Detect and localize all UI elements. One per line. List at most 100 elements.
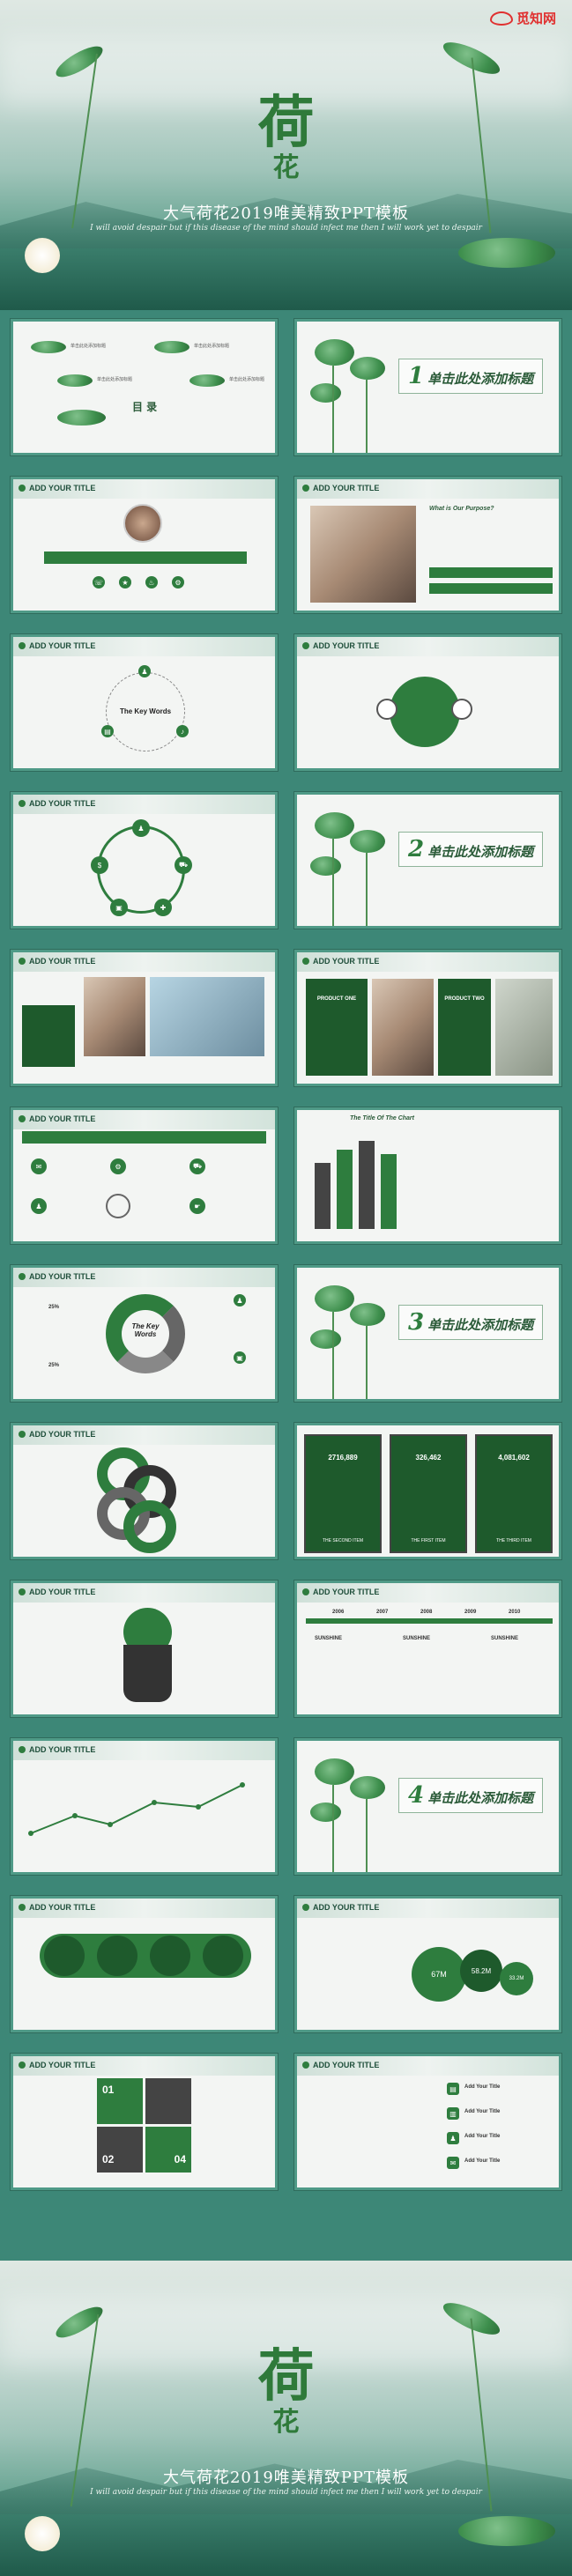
cart-icon: ⛟ bbox=[189, 1158, 205, 1174]
slide-products[interactable]: ADD YOUR TITLE PRODUCT ONE PRODUCT TWO bbox=[294, 950, 561, 1086]
money-icon: $ bbox=[91, 856, 108, 874]
slide-photos[interactable]: ADD YOUR TITLE bbox=[11, 950, 278, 1086]
slide-rings[interactable]: ADD YOUR TITLE bbox=[11, 1423, 278, 1559]
slide-header: ADD YOUR TITLE bbox=[313, 484, 380, 492]
stat-label: THE THIRD ITEM bbox=[496, 1538, 531, 1543]
timeline-label: SUNSHINE bbox=[491, 1636, 519, 1641]
slide-list-icons[interactable]: ADD YOUR TITLE ▤ ▥ ♟ ✉ Add Your Title Ad… bbox=[294, 2054, 561, 2190]
key-words-label: The Key Words bbox=[119, 707, 172, 715]
photo bbox=[372, 979, 434, 1076]
qq-icon bbox=[150, 1936, 190, 1976]
slide-header: ADD YOUR TITLE bbox=[313, 641, 380, 650]
gift-icon: ▣ bbox=[234, 1351, 246, 1364]
slide-bubbles[interactable]: ADD YOUR TITLE 67M 58.2M 33.2M bbox=[294, 1896, 561, 2032]
group-icon: ♟ bbox=[132, 819, 150, 837]
puzzle-number: 02 bbox=[97, 2127, 143, 2173]
phone-icon: ☏ bbox=[93, 576, 105, 588]
logo-icon bbox=[489, 11, 513, 26]
slide-puzzle[interactable]: ADD YOUR TITLE 01 02 04 bbox=[11, 2054, 278, 2190]
slide-header: ADD YOUR TITLE bbox=[29, 799, 96, 808]
cover-title: 大气荷花2019唯美精致PPT模板 bbox=[162, 204, 410, 223]
slide-profile[interactable]: ADD YOUR TITLE ☏ ★ ♨ ⚙ bbox=[11, 477, 278, 613]
weibo-icon bbox=[44, 1936, 85, 1976]
slide-stats[interactable]: 2716,889 326,462 4,081,602 THE SECOND IT… bbox=[294, 1423, 561, 1559]
cover-banner-bottom: 荷 花 大气荷花2019唯美精致PPT模板 I will avoid despa… bbox=[0, 2261, 572, 2576]
slide-arrow-chart[interactable]: The Title Of The Chart bbox=[294, 1107, 561, 1244]
slide-bulb[interactable]: ADD YOUR TITLE bbox=[11, 1580, 278, 1717]
section-title: 单击此处添加标题 bbox=[427, 844, 534, 860]
toc-item: 单击此处添加标题 bbox=[97, 377, 133, 382]
slide-keywords[interactable]: ADD YOUR TITLE The Key Words ♟ ▤ ♪ bbox=[11, 634, 278, 771]
photo bbox=[495, 979, 553, 1076]
item-title: Add Your Title bbox=[464, 2158, 501, 2164]
wechat-icon bbox=[203, 1936, 243, 1976]
item-title: Add Your Title bbox=[464, 2109, 501, 2114]
slide-social[interactable]: ADD YOUR TITLE bbox=[11, 1896, 278, 2032]
slide-circles[interactable]: ADD YOUR TITLE bbox=[294, 634, 561, 771]
stat-label: THE FIRST ITEM bbox=[411, 1538, 446, 1543]
product-one-label: PRODUCT ONE bbox=[316, 996, 357, 1002]
tag-icon: ✚ bbox=[154, 899, 172, 916]
toc-item: 单击此处添加标题 bbox=[71, 344, 107, 349]
stat-value: 4,081,602 bbox=[498, 1454, 530, 1462]
toc-item: 单击此处添加标题 bbox=[229, 377, 265, 382]
section-number: 1 bbox=[408, 363, 425, 389]
cover-subtitle: I will avoid despair but if this disease… bbox=[90, 224, 482, 233]
star-icon: ★ bbox=[119, 576, 131, 588]
mail-icon: ✉ bbox=[447, 2157, 459, 2169]
slide-header: ADD YOUR TITLE bbox=[29, 1903, 96, 1912]
logo-text: 觅知网 bbox=[516, 11, 556, 26]
slide-header: ADD YOUR TITLE bbox=[29, 1588, 96, 1596]
section-title: 单击此处添加标题 bbox=[427, 1790, 534, 1806]
slide-section-2[interactable]: 2 单击此处添加标题 bbox=[294, 792, 561, 929]
toc-title: 目 录 bbox=[132, 401, 158, 413]
slide-grid: 单击此处添加标题 单击此处添加标题 单击此处添加标题 单击此处添加标题 目 录 … bbox=[0, 310, 572, 2261]
brand-logo[interactable]: 觅知网 bbox=[489, 9, 556, 27]
lotus-flower-icon bbox=[25, 238, 60, 273]
slide-section-1[interactable]: 1 单击此处添加标题 bbox=[294, 319, 561, 455]
star-icon bbox=[97, 1936, 137, 1976]
slide-cycle[interactable]: ADD YOUR TITLE ♟ $ ⛟ ▣ ✚ bbox=[11, 792, 278, 929]
slide-section-3[interactable]: 3 单击此处添加标题 bbox=[294, 1265, 561, 1402]
user-icon: ♟ bbox=[31, 1198, 47, 1214]
section-title: 单击此处添加标题 bbox=[427, 371, 534, 387]
slide-donut[interactable]: ADD YOUR TITLE The Key Words 25% 25% ♟ ▣ bbox=[11, 1265, 278, 1402]
section-number: 3 bbox=[408, 1309, 425, 1336]
portrait-photo bbox=[310, 506, 416, 603]
user-icon: ♟ bbox=[138, 665, 151, 677]
slide-header: ADD YOUR TITLE bbox=[29, 1114, 96, 1123]
photo bbox=[84, 977, 145, 1056]
section-number: 4 bbox=[408, 1782, 425, 1809]
cover-title: 大气荷花2019唯美精致PPT模板 bbox=[162, 2469, 410, 2487]
item-title: Add Your Title bbox=[464, 2134, 501, 2139]
line-chart bbox=[28, 1782, 245, 1836]
chart-title: The Title Of The Chart bbox=[350, 1115, 414, 1121]
timeline-year: 2007 bbox=[376, 1610, 389, 1615]
photo bbox=[150, 977, 264, 1056]
user-icon: ♟ bbox=[447, 2132, 459, 2144]
puzzle-number: 01 bbox=[97, 2078, 143, 2124]
slide-line-chart[interactable]: ADD YOUR TITLE bbox=[11, 1738, 278, 1875]
cover-subtitle: I will avoid despair but if this disease… bbox=[90, 2488, 482, 2497]
chart-icon: ▥ bbox=[447, 2107, 459, 2120]
stat-value: 2716,889 bbox=[328, 1454, 358, 1462]
gear-icon: ⚙ bbox=[110, 1158, 126, 1174]
section-number: 2 bbox=[408, 836, 425, 862]
timeline-year: 2008 bbox=[420, 1610, 433, 1615]
purpose-title: What is Our Purpose? bbox=[429, 506, 494, 512]
avatar bbox=[123, 504, 162, 543]
donut-label: The Key Words bbox=[131, 1322, 160, 1338]
lotus-leaf-icon bbox=[458, 238, 555, 268]
timeline-year: 2010 bbox=[509, 1610, 521, 1615]
cover-char-2: 花 bbox=[272, 152, 300, 183]
bubble-value: 33.2M bbox=[500, 1962, 533, 1995]
slide-section-4[interactable]: 4 单击此处添加标题 bbox=[294, 1738, 561, 1875]
hand-icon: ☛ bbox=[189, 1198, 205, 1214]
slide-toc[interactable]: 单击此处添加标题 单击此处添加标题 单击此处添加标题 单击此处添加标题 目 录 bbox=[11, 319, 278, 455]
slide-header: ADD YOUR TITLE bbox=[29, 1745, 96, 1754]
bubble-value: 58.2M bbox=[460, 1950, 502, 1992]
slide-timeline[interactable]: ADD YOUR TITLE 2006 2007 2008 2009 2010 … bbox=[294, 1580, 561, 1717]
slide-icons-list[interactable]: ADD YOUR TITLE ✉ ⚙ ⛟ ♟ ☛ bbox=[11, 1107, 278, 1244]
cover-char-2: 花 bbox=[272, 2407, 300, 2438]
slide-purpose[interactable]: ADD YOUR TITLE What is Our Purpose? bbox=[294, 477, 561, 613]
